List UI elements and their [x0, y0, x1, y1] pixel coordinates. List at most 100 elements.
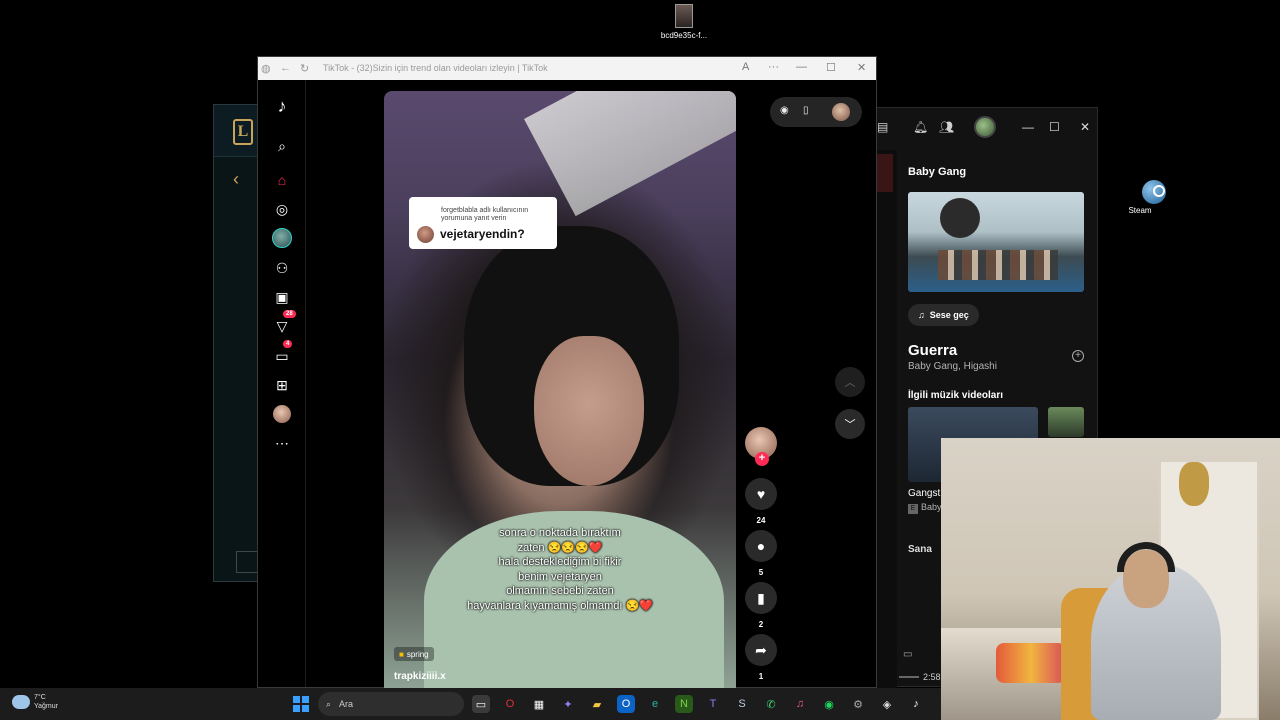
- maximize-icon[interactable]: ☐: [1049, 120, 1060, 134]
- spotify-titlebar: ▤ 🔔︎ 👥︎ — ☐ ✕: [877, 108, 1097, 150]
- league-box: [236, 551, 258, 573]
- home-icon[interactable]: ⌂: [272, 170, 292, 190]
- coin-icon[interactable]: ◉: [780, 105, 789, 116]
- caption-line: olmamın sebebi zaten: [506, 585, 614, 597]
- live-tv-icon[interactable]: ▣: [272, 287, 292, 307]
- upload-icon[interactable]: ⊞: [272, 375, 292, 395]
- settings-icon[interactable]: ⚙: [849, 695, 867, 713]
- share-action[interactable]: ➦ 1: [745, 634, 777, 681]
- save-count: 2: [758, 620, 764, 629]
- live-avatar[interactable]: [272, 228, 292, 248]
- song-title[interactable]: Guerra: [908, 342, 957, 359]
- avatar[interactable]: [832, 103, 850, 121]
- add-to-library-icon[interactable]: +: [1072, 350, 1084, 362]
- back-arrow-icon[interactable]: ←: [280, 62, 291, 74]
- related-video-sub: E Baby: [908, 502, 942, 514]
- profile-avatar[interactable]: [272, 404, 292, 424]
- weather-widget[interactable]: 7°C Yağmur: [12, 693, 58, 711]
- explicit-icon: E: [908, 504, 918, 514]
- comment-icon[interactable]: ●: [745, 530, 777, 562]
- friends-icon[interactable]: 👥︎: [939, 120, 954, 134]
- opera-icon[interactable]: O: [501, 695, 519, 713]
- desktop: bcd9e35c-f... Steam L ‹ ▤ 🔔︎ 👥︎ — ☐ ✕ Ba…: [0, 0, 1280, 720]
- like-action[interactable]: ♥ 24: [745, 478, 777, 525]
- track-time: 2:58: [923, 672, 941, 682]
- related-video-thumbnail-2[interactable]: [1048, 407, 1084, 437]
- avatar[interactable]: [974, 116, 996, 138]
- like-count: 24: [756, 516, 766, 525]
- more-icon[interactable]: ···: [768, 61, 779, 73]
- copilot-icon[interactable]: ✦: [559, 695, 577, 713]
- steam-icon[interactable]: S: [733, 695, 751, 713]
- whatsapp-icon[interactable]: ✆: [762, 695, 780, 713]
- back-chevron-icon[interactable]: ‹: [233, 169, 239, 190]
- edge-icon[interactable]: e: [646, 695, 664, 713]
- music-label: spring: [406, 649, 429, 659]
- nvidia-icon[interactable]: N: [675, 695, 693, 713]
- teams-icon[interactable]: T: [704, 695, 722, 713]
- maximize-icon[interactable]: ☐: [826, 61, 836, 74]
- desktop-file-icon[interactable]: bcd9e35c-f...: [656, 4, 712, 40]
- music-video-thumbnail[interactable]: [908, 192, 1084, 292]
- minimize-icon[interactable]: —: [796, 61, 807, 73]
- video-player[interactable]: forgetblabla adlı kullanıcının yorumuna …: [384, 91, 736, 689]
- activity-badge: 28: [283, 310, 296, 318]
- following-icon[interactable]: ⚇: [272, 258, 292, 278]
- close-icon[interactable]: ✕: [857, 61, 866, 74]
- comment-count: 5: [758, 568, 764, 577]
- explore-icon[interactable]: ◎: [272, 199, 292, 219]
- share-icon[interactable]: ➦: [745, 634, 777, 666]
- chevron-up-icon: ︿: [844, 377, 856, 389]
- next-video-button[interactable]: ﹀: [835, 409, 865, 439]
- tiktok-browser-window[interactable]: ◍ ← ↻ TikTok - (32)Sizin için trend olan…: [257, 56, 877, 689]
- task-view-icon[interactable]: ▭: [472, 695, 490, 713]
- reload-icon[interactable]: ↻: [300, 62, 309, 75]
- related-videos-header: İlgili müzik videoları: [908, 390, 1004, 401]
- comment-action[interactable]: ● 5: [745, 530, 777, 577]
- related-video-artist: Baby: [921, 502, 942, 512]
- folder-icon[interactable]: ▰: [588, 695, 606, 713]
- league-icon[interactable]: ◈: [878, 695, 896, 713]
- store-icon[interactable]: ▦: [530, 695, 548, 713]
- activity-icon[interactable]: ▽ 28: [272, 310, 296, 336]
- related-video-title[interactable]: Gangst: [908, 488, 940, 499]
- previous-video-button[interactable]: ︿: [835, 367, 865, 397]
- switch-to-audio-button[interactable]: ♫ Sese geç: [908, 304, 979, 326]
- webcam-overlay: [941, 438, 1280, 720]
- tiktok-icon[interactable]: ♪: [907, 695, 925, 713]
- follow-plus-icon[interactable]: +: [755, 452, 769, 466]
- close-icon[interactable]: ✕: [1080, 120, 1090, 134]
- more-icon[interactable]: ⋯: [272, 433, 292, 453]
- bell-icon[interactable]: 🔔︎: [913, 120, 928, 134]
- spotify-icon[interactable]: ◉: [820, 695, 838, 713]
- progress-bar[interactable]: [899, 676, 919, 678]
- steam-desktop-icon[interactable]: Steam: [1122, 180, 1166, 215]
- minimize-icon[interactable]: —: [1022, 120, 1034, 134]
- weather-text: 7°C Yağmur: [34, 693, 58, 711]
- translate-icon[interactable]: A: [742, 61, 749, 73]
- bookmark-icon[interactable]: ▮: [745, 582, 777, 614]
- taskbar-search[interactable]: ⌕ Ara: [318, 692, 464, 716]
- thumbnail-crowd: [938, 250, 1058, 280]
- window-icon[interactable]: ▤: [877, 120, 888, 134]
- search-icon[interactable]: ⌕: [272, 136, 292, 156]
- messages-icon[interactable]: ▭ 4: [272, 340, 293, 366]
- heart-icon[interactable]: ♥: [745, 478, 777, 510]
- music-app-icon[interactable]: ♫: [791, 695, 809, 713]
- song-artists[interactable]: Baby Gang, Higashi: [908, 361, 997, 372]
- live-avatar-image: [272, 228, 292, 248]
- top-controls: ◉ ▯: [770, 97, 862, 127]
- tiktok-logo-icon[interactable]: ♪: [272, 96, 292, 116]
- next-track-label[interactable]: Sana: [908, 544, 932, 555]
- outlook-icon[interactable]: O: [617, 695, 635, 713]
- music-tag[interactable]: ■ spring: [394, 647, 434, 661]
- save-action[interactable]: ▮ 2: [745, 582, 777, 629]
- reply-comment-sticker: forgetblabla adlı kullanıcının yorumuna …: [409, 197, 557, 249]
- steam-icon: [1142, 180, 1166, 204]
- switch-to-audio-label: Sese geç: [929, 310, 969, 320]
- artist-header[interactable]: Baby Gang: [908, 166, 966, 178]
- device-icon[interactable]: ▯: [803, 105, 809, 116]
- start-button[interactable]: [293, 696, 309, 712]
- devices-icon[interactable]: ▭: [903, 649, 912, 660]
- author-name[interactable]: trapkiziiii.x: [394, 671, 446, 682]
